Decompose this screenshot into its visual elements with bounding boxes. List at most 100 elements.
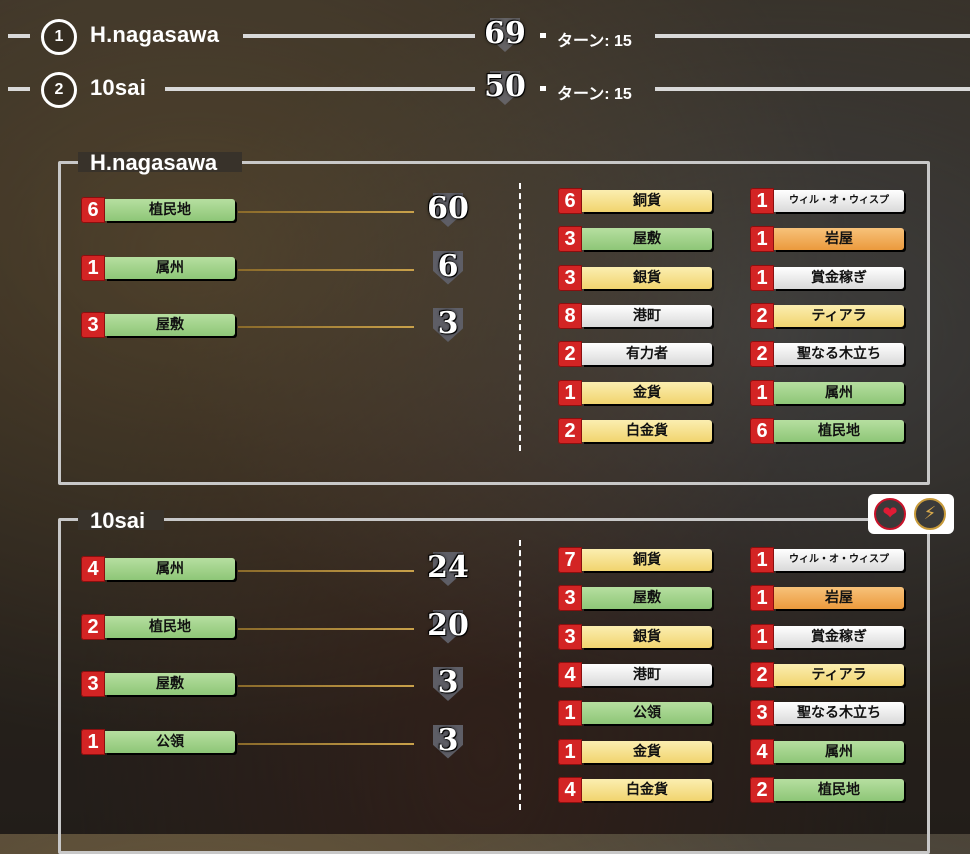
- score-connector: [238, 326, 414, 328]
- card-name: 屋敷: [582, 228, 712, 251]
- card-tag[interactable]: 3 聖なる木立ち: [750, 700, 904, 727]
- rank-badge: 2: [41, 72, 77, 108]
- card-tag[interactable]: 6 植民地: [81, 197, 235, 223]
- card-count: 3: [750, 700, 774, 727]
- card-tag[interactable]: 2 白金貨: [558, 417, 712, 444]
- card-tag[interactable]: 1 金貨: [558, 379, 712, 406]
- card-count: 3: [558, 585, 582, 612]
- card-tag[interactable]: 1 ウィル・オ・ウィスプ: [750, 188, 904, 214]
- player-name: 10sai: [90, 75, 147, 100]
- card-tag[interactable]: 1 公領: [81, 728, 235, 755]
- heart-icon[interactable]: ❤: [874, 498, 906, 530]
- card-count: 6: [81, 197, 105, 223]
- card-name: 岩屋: [774, 587, 904, 610]
- card-count: 1: [750, 623, 774, 650]
- rank-line: [655, 34, 970, 38]
- card-tag[interactable]: 1 公領: [558, 700, 712, 727]
- card-count: 3: [81, 671, 105, 697]
- card-tag[interactable]: 1 岩屋: [750, 585, 904, 612]
- ranking-row-2: 2 10sai 50 ターン: 15: [0, 69, 970, 109]
- card-name: 属州: [105, 558, 235, 580]
- card-tag[interactable]: 7 銅貨: [558, 547, 712, 573]
- card-count: 3: [81, 312, 105, 338]
- card-count: 7: [558, 547, 582, 573]
- card-tag[interactable]: 1 金貨: [558, 738, 712, 765]
- card-tag[interactable]: 1 属州: [81, 254, 235, 281]
- card-name: 属州: [774, 381, 904, 404]
- card-name: 屋敷: [105, 314, 235, 336]
- card-tag[interactable]: 2 植民地: [750, 776, 904, 803]
- score-connector: [238, 742, 414, 745]
- card-tag[interactable]: 4 属州: [750, 738, 904, 765]
- card-tag[interactable]: 2 聖なる木立ち: [750, 341, 904, 368]
- card-tag[interactable]: 2 ティアラ: [750, 302, 904, 329]
- card-points: 20: [427, 607, 469, 643]
- card-name: 金貨: [582, 740, 712, 763]
- card-name: 白金貨: [582, 778, 712, 801]
- card-tag[interactable]: 4 属州: [81, 556, 235, 582]
- card-points: 3: [437, 665, 459, 700]
- card-count: 1: [750, 188, 774, 214]
- card-tag[interactable]: 8 港町: [558, 302, 712, 329]
- card-tag[interactable]: 1 ウィル・オ・ウィスプ: [750, 547, 904, 573]
- card-count: 1: [750, 585, 774, 612]
- rank-line: [655, 87, 970, 91]
- card-count: 2: [558, 341, 582, 368]
- card-name: 屋敷: [582, 587, 712, 610]
- card-name: 港町: [582, 663, 712, 686]
- card-tag[interactable]: 1 賞金稼ぎ: [750, 623, 904, 650]
- bolt-icon[interactable]: ⚡: [914, 498, 946, 530]
- card-tag[interactable]: 6 銅貨: [558, 188, 712, 214]
- panel-title: H.nagasawa: [90, 150, 218, 175]
- player-name: H.nagasawa: [90, 22, 220, 47]
- card-name: ティアラ: [774, 304, 904, 327]
- card-count: 1: [558, 738, 582, 765]
- card-tag[interactable]: 3 屋敷: [81, 671, 235, 697]
- card-tag[interactable]: 1 賞金稼ぎ: [750, 264, 904, 291]
- card-tag[interactable]: 2 ティアラ: [750, 661, 904, 688]
- card-name: 金貨: [582, 381, 712, 404]
- card-count: 4: [81, 556, 105, 582]
- card-name: 属州: [105, 256, 235, 279]
- card-name: 植民地: [774, 778, 904, 801]
- separator-dot: [540, 33, 546, 38]
- card-count: 6: [558, 188, 582, 214]
- card-name: 植民地: [105, 615, 235, 638]
- card-name: 賞金稼ぎ: [774, 266, 904, 289]
- panel-divider: [519, 183, 521, 451]
- score-connector: [238, 268, 414, 271]
- card-name: ウィル・オ・ウィスプ: [774, 190, 904, 212]
- card-count: 3: [558, 623, 582, 650]
- card-tag[interactable]: 2 有力者: [558, 341, 712, 368]
- card-name: 聖なる木立ち: [774, 702, 904, 725]
- card-name: 銀貨: [582, 625, 712, 648]
- card-count: 4: [750, 738, 774, 765]
- card-tag[interactable]: 4 白金貨: [558, 776, 712, 803]
- card-tag[interactable]: 1 属州: [750, 379, 904, 406]
- card-tag[interactable]: 3 屋敷: [558, 226, 712, 253]
- rank-line: [8, 87, 30, 91]
- card-name: 銅貨: [582, 549, 712, 571]
- card-tag[interactable]: 3 屋敷: [558, 585, 712, 612]
- card-tag[interactable]: 4 港町: [558, 661, 712, 688]
- card-count: 4: [558, 776, 582, 803]
- card-count: 1: [750, 226, 774, 253]
- card-tag[interactable]: 3 屋敷: [81, 312, 235, 338]
- separator-dot: [540, 86, 546, 91]
- card-tag[interactable]: 1 岩屋: [750, 226, 904, 253]
- card-count: 2: [750, 661, 774, 688]
- card-name: 公領: [582, 702, 712, 725]
- card-name: ティアラ: [774, 663, 904, 686]
- card-points: 6: [437, 248, 459, 284]
- card-count: 1: [81, 728, 105, 755]
- card-count: 1: [750, 547, 774, 573]
- card-name: 植民地: [774, 419, 904, 442]
- card-count: 2: [558, 417, 582, 444]
- total-score: 69: [484, 16, 526, 51]
- card-tag[interactable]: 3 銀貨: [558, 623, 712, 650]
- card-name: 賞金稼ぎ: [774, 625, 904, 648]
- card-tag[interactable]: 3 銀貨: [558, 264, 712, 291]
- card-tag[interactable]: 6 植民地: [750, 417, 904, 444]
- card-tag[interactable]: 2 植民地: [81, 613, 235, 640]
- card-name: 銅貨: [582, 190, 712, 212]
